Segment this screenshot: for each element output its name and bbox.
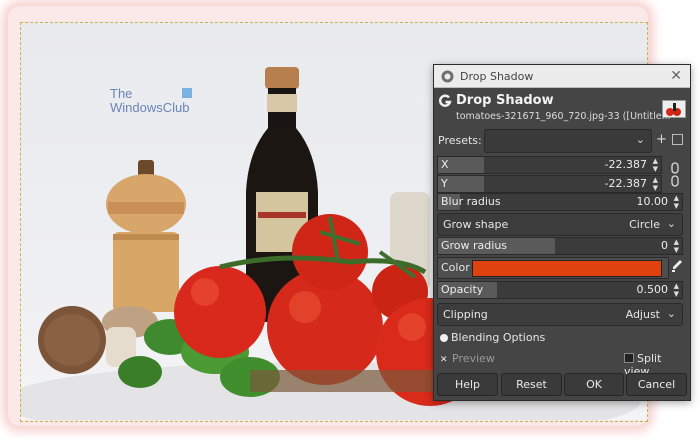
- checkbox-icon: [624, 353, 634, 363]
- blending-options-expander[interactable]: Blending Options: [440, 331, 545, 344]
- close-icon[interactable]: ✕: [670, 68, 682, 84]
- opacity-stepper-icon[interactable]: ▲ ▼: [674, 282, 679, 298]
- help-button[interactable]: Help: [437, 373, 498, 396]
- gimp-logo-icon: [441, 70, 454, 82]
- y-value: -22.387: [604, 177, 647, 190]
- grow-shape-value: Circle: [629, 218, 660, 231]
- opacity-value: 0.500: [636, 283, 669, 296]
- watermark-line1: The: [110, 86, 133, 101]
- color-row: Color: [437, 257, 669, 279]
- clipping-label: Clipping: [443, 308, 488, 321]
- opacity-label: Opacity: [441, 283, 484, 296]
- preview-checkbox[interactable]: ✕ Preview: [440, 352, 495, 365]
- presets-label: Presets:: [438, 134, 482, 147]
- add-preset-icon[interactable]: +: [656, 132, 667, 147]
- presets-dropdown[interactable]: ⌄: [484, 129, 652, 153]
- grow-radius-spinner[interactable]: Grow radius 0 ▲ ▼: [437, 237, 683, 255]
- blur-stepper-icon[interactable]: ▲ ▼: [674, 194, 679, 210]
- reset-button[interactable]: Reset: [501, 373, 562, 396]
- color-swatch-button[interactable]: [472, 260, 662, 277]
- grow-radius-stepper-icon[interactable]: ▲ ▼: [674, 238, 679, 254]
- preview-label: Preview: [452, 352, 495, 365]
- dialog-header: Drop Shadow tomatoes-321671_960_720.jpg-…: [434, 88, 690, 126]
- x-spinner[interactable]: X -22.387 ▲ ▼: [437, 156, 662, 174]
- x-label: X: [441, 158, 449, 171]
- gegl-g-icon: [438, 94, 452, 107]
- clipping-value: Adjust: [625, 308, 660, 321]
- ok-button[interactable]: OK: [564, 373, 624, 396]
- x-value: -22.387: [604, 158, 647, 171]
- grow-shape-dropdown[interactable]: Grow shape Circle ⌄: [437, 213, 683, 236]
- grow-shape-label: Grow shape: [443, 218, 509, 231]
- watermark-logo-icon: [182, 88, 192, 98]
- blur-radius-label: Blur radius: [441, 195, 501, 208]
- grow-radius-value: 0: [661, 239, 668, 252]
- opacity-spinner[interactable]: Opacity 0.500 ▲ ▼: [437, 281, 683, 299]
- chain-link-icon[interactable]: [670, 159, 680, 191]
- chevron-down-icon: ⌄: [635, 133, 645, 146]
- y-spinner[interactable]: Y -22.387 ▲ ▼: [437, 175, 662, 193]
- expander-bullet-icon: [440, 334, 448, 342]
- color-picker-icon[interactable]: [671, 259, 683, 273]
- dialog-heading: Drop Shadow: [456, 93, 554, 108]
- grow-radius-label: Grow radius: [441, 239, 508, 252]
- blending-options-label: Blending Options: [451, 331, 546, 344]
- dialog-titlebar[interactable]: Drop Shadow ✕: [434, 65, 690, 88]
- image-thumbnail: [662, 100, 686, 118]
- blur-radius-spinner[interactable]: Blur radius 10.00 ▲ ▼: [437, 193, 683, 211]
- watermark-line2: WindowsClub: [110, 100, 190, 115]
- chevron-down-icon: ⌄: [666, 217, 676, 230]
- window-title: Drop Shadow: [460, 69, 534, 83]
- chevron-down-icon: ⌄: [666, 307, 676, 320]
- clipping-dropdown[interactable]: Clipping Adjust ⌄: [437, 303, 683, 326]
- watermark-text: The WindowsClub: [110, 87, 189, 115]
- cancel-button[interactable]: Cancel: [626, 373, 687, 396]
- y-stepper-icon[interactable]: ▲ ▼: [653, 176, 658, 192]
- drop-shadow-dialog: Drop Shadow ✕ Drop Shadow tomatoes-32167…: [433, 64, 691, 401]
- checked-x-icon: ✕: [440, 355, 448, 365]
- blur-radius-value: 10.00: [636, 195, 669, 208]
- color-label: Color: [441, 261, 470, 274]
- y-label: Y: [441, 177, 448, 190]
- image-name: tomatoes-321671_960_720.jpg-33 ([Untitle…: [456, 111, 671, 122]
- x-stepper-icon[interactable]: ▲ ▼: [653, 157, 658, 173]
- preset-menu-icon[interactable]: [672, 134, 683, 145]
